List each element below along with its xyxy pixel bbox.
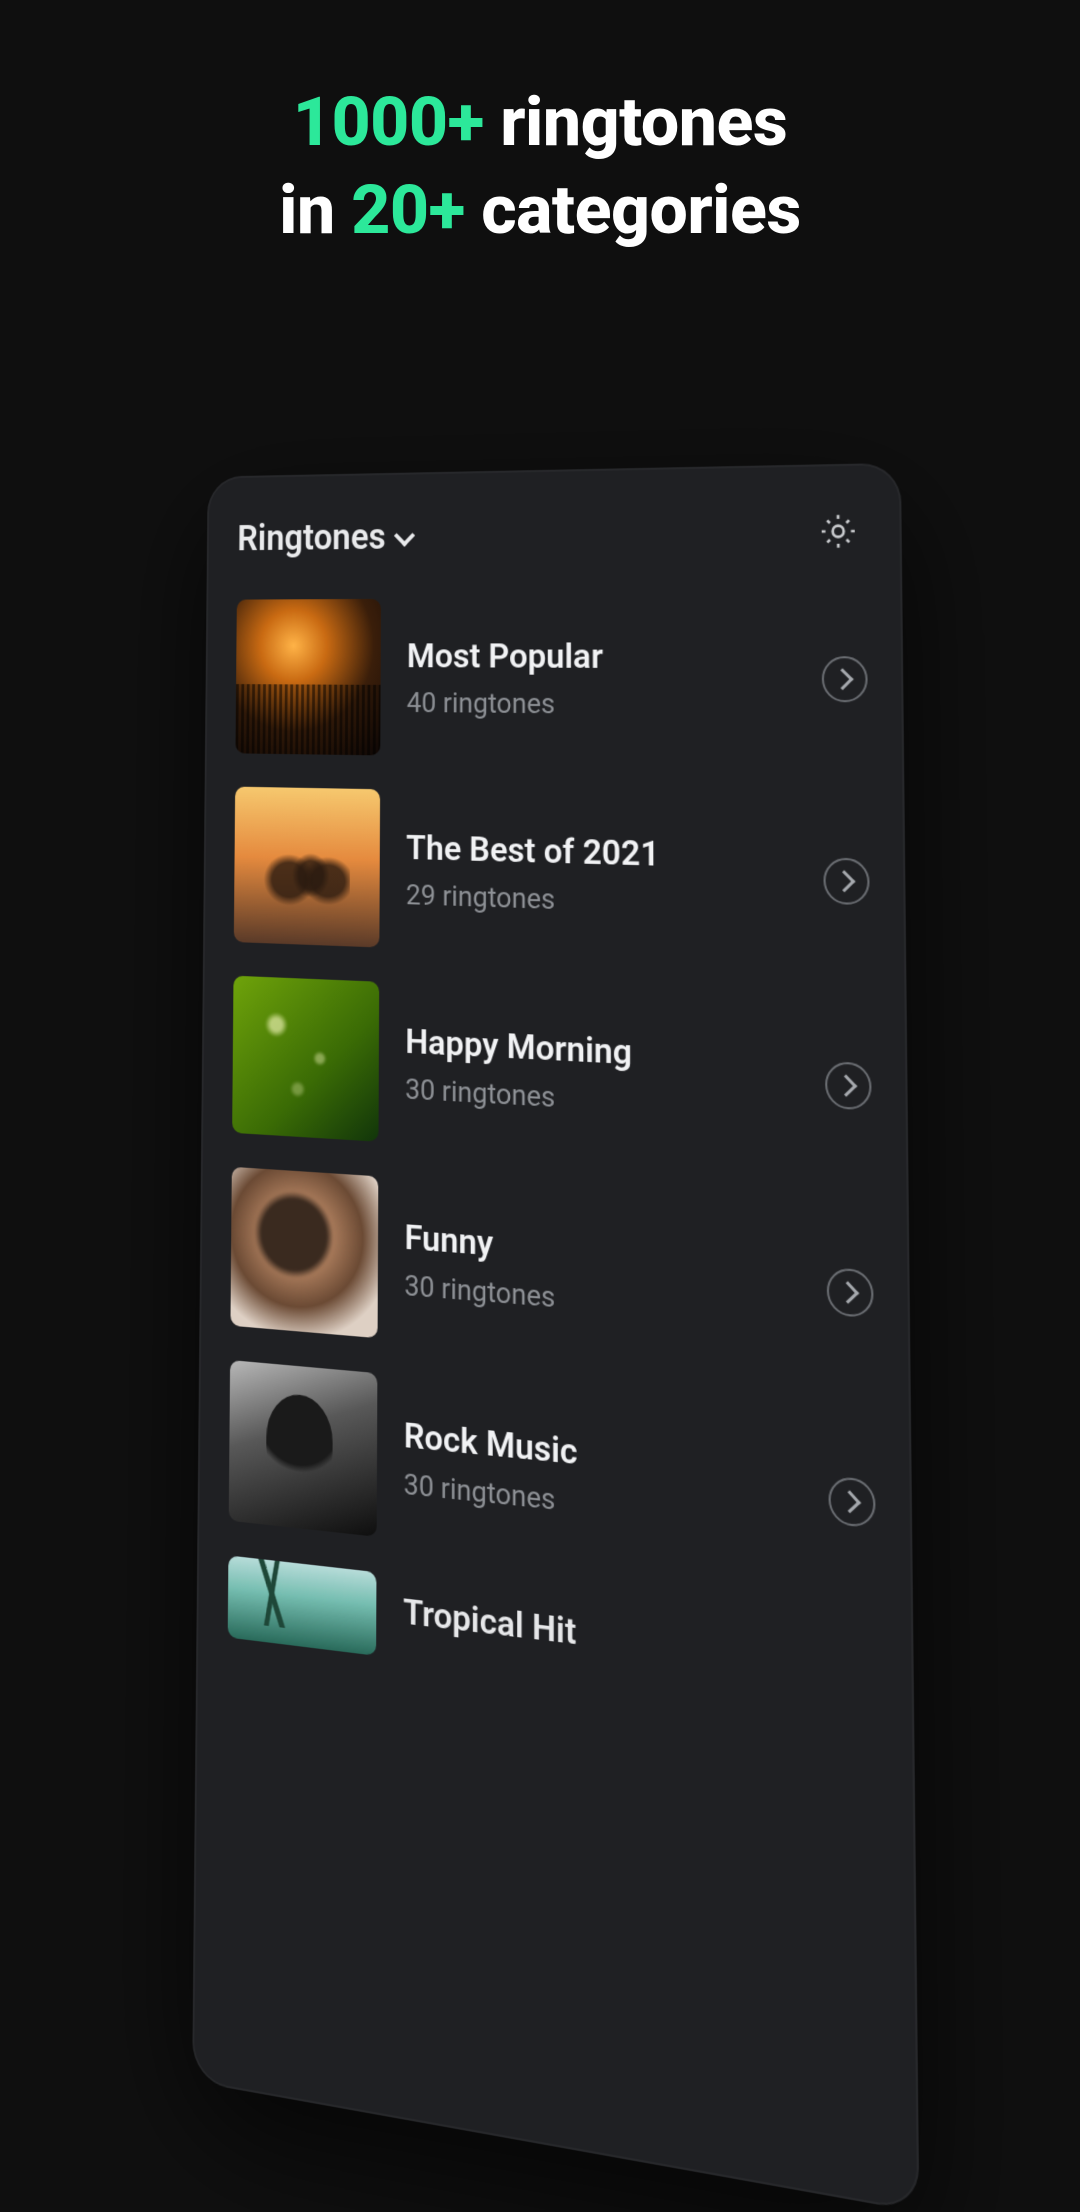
chevron-right-icon <box>822 656 868 702</box>
category-thumbnail <box>234 787 380 948</box>
gear-icon <box>817 510 859 552</box>
category-text: Rock Music30 ringtones <box>404 1414 800 1542</box>
category-subtitle: 30 ringtones <box>405 1072 796 1128</box>
section-title: Ringtones <box>237 516 386 559</box>
chevron-right-icon <box>823 857 869 905</box>
category-text: Funny30 ringtones <box>404 1217 797 1334</box>
promo-text-2: in <box>279 170 351 250</box>
category-thumbnail <box>229 1360 378 1537</box>
promo-text-3: categories <box>465 170 801 250</box>
category-row[interactable]: Rock Music30 ringtones <box>229 1360 877 1591</box>
category-thumbnail <box>230 1167 378 1338</box>
promo-categories-count: 20+ <box>351 170 465 250</box>
category-row[interactable]: The Best of 202129 ringtones <box>234 787 870 966</box>
settings-button[interactable] <box>816 509 860 553</box>
promo-count: 1000+ <box>293 82 484 162</box>
device-frame: Ringtones Most Popular 40 ringtones The Be… <box>192 463 919 2212</box>
category-title: Tropical Hit <box>403 1591 877 1690</box>
category-text: Most Popular 40 ringtones <box>407 636 794 722</box>
category-text: Tropical Hit <box>403 1591 877 1701</box>
app-header: Ringtones <box>237 509 866 559</box>
category-thumbnail <box>232 976 379 1142</box>
category-row[interactable]: Funny30 ringtones <box>230 1167 874 1381</box>
category-subtitle: 40 ringtones <box>407 686 794 723</box>
chevron-right-icon <box>825 1061 872 1111</box>
category-title: Most Popular <box>407 636 793 678</box>
category-thumbnail <box>235 599 381 755</box>
category-title: The Best of 2021 <box>406 827 794 878</box>
chevron-down-icon <box>395 528 412 546</box>
promo-banner: 1000+ ringtones in 20+ categories <box>0 0 1080 255</box>
category-list: Most Popular 40 ringtones The Best of 2021… <box>228 597 878 1718</box>
category-thumbnail <box>228 1555 377 1655</box>
chevron-right-icon <box>828 1476 875 1529</box>
promo-text-1: ringtones <box>484 82 787 162</box>
category-text: Happy Morning30 ringtones <box>405 1021 796 1127</box>
category-title: Happy Morning <box>405 1021 796 1082</box>
section-dropdown[interactable]: Ringtones <box>237 516 412 559</box>
category-row[interactable]: Happy Morning30 ringtones <box>232 976 872 1172</box>
category-subtitle: 29 ringtones <box>406 877 795 923</box>
chevron-right-icon <box>827 1267 874 1318</box>
category-text: The Best of 202129 ringtones <box>406 827 795 923</box>
category-row[interactable]: Most Popular 40 ringtones <box>235 597 868 763</box>
